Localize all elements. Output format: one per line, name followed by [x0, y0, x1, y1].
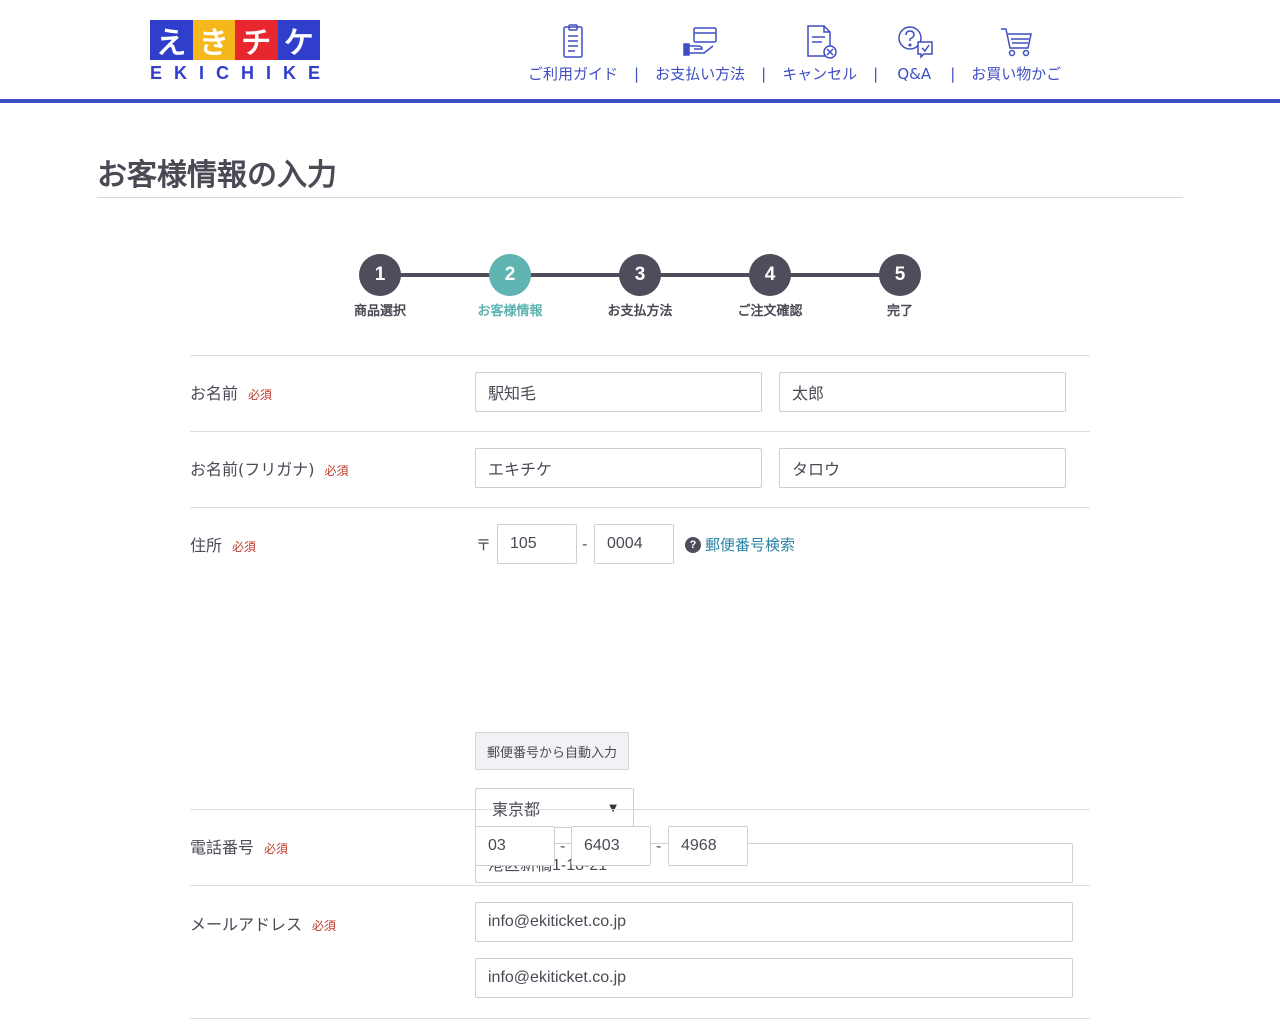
nav-cart[interactable]: お買い物かご	[971, 24, 1061, 84]
phone-part2-input[interactable]	[571, 826, 651, 866]
step-order-confirm: 4 ご注文確認	[720, 254, 820, 319]
field-label-text: お名前(フリガナ)	[190, 460, 315, 479]
logo-letter: K	[174, 63, 187, 83]
phone-part1-input[interactable]	[475, 826, 555, 866]
form-row-name: お名前 必須	[190, 355, 1090, 431]
phone-dash: -	[560, 837, 566, 855]
help-icon: ?	[685, 536, 701, 553]
logo-letter: K	[282, 63, 296, 83]
field-label-text: お名前	[190, 384, 239, 403]
title-divider	[97, 197, 1183, 198]
field-label: 電話番号 必須	[190, 834, 288, 858]
step-number: 2	[489, 254, 531, 296]
step-number: 3	[619, 254, 661, 296]
logo-tile: チ	[235, 20, 278, 61]
phone-part3-input[interactable]	[668, 826, 748, 866]
nav-payment[interactable]: お支払い方法	[655, 24, 745, 84]
required-badge: 必須	[248, 388, 273, 402]
question-chat-icon	[898, 26, 933, 59]
field-label-text: 電話番号	[190, 838, 255, 857]
nav-label: Q&A	[897, 65, 932, 83]
required-badge: 必須	[312, 919, 337, 933]
logo-tile: ケ	[277, 20, 320, 61]
zip-search-text: 郵便番号検索	[705, 536, 796, 554]
step-number: 4	[749, 254, 791, 296]
nav-qa[interactable]: Q&A	[894, 24, 934, 84]
form-row-address: 住所必須 〒 - ? 郵便番号検索 郵便番号から自動入力 東京都 ▼	[190, 507, 1090, 942]
cart-icon	[1001, 28, 1033, 57]
field-label: 住所 必須	[190, 532, 256, 556]
step-customer-info: 2 お客様情報	[460, 254, 560, 319]
step-label: お支払方法	[607, 304, 673, 319]
first-name-kana-input[interactable]	[779, 448, 1066, 488]
site-header: え き チ ケ E K I C H I K E ご利用ガイド | お支払い方法 …	[0, 0, 1280, 103]
logo-tile: き	[192, 20, 235, 61]
nav-label: ご利用ガイド	[528, 65, 619, 83]
email-confirm-input[interactable]	[475, 958, 1073, 998]
form-row-email: メールアドレス 必須	[190, 885, 1090, 1019]
postal-mark: 〒	[476, 536, 492, 554]
required-badge: 必須	[264, 842, 289, 856]
step-label: 商品選択	[353, 304, 406, 319]
form-row-kana: お名前(フリガナ) 必須	[190, 431, 1090, 507]
nav-guide[interactable]: ご利用ガイド	[528, 24, 618, 84]
nav-separator: |	[873, 65, 879, 83]
step-label: お客様情報	[477, 304, 543, 319]
field-label: お名前(フリガナ) 必須	[190, 456, 349, 480]
card-payment-icon	[683, 27, 717, 56]
field-label: お名前 必須	[190, 380, 272, 404]
first-name-input[interactable]	[779, 372, 1066, 412]
zip-dash: -	[582, 535, 588, 553]
step-label: 完了	[886, 304, 913, 319]
logo-wordmark: E K I C H I K E	[150, 63, 320, 84]
last-name-input[interactable]	[475, 372, 762, 412]
step-product-selection: 1 商品選択	[330, 254, 430, 319]
step-label: ご注文確認	[737, 304, 803, 319]
logo-letter: I	[198, 63, 204, 83]
clipboard-icon	[563, 24, 583, 58]
form-row-phone: 電話番号必須 - -	[190, 809, 1090, 885]
step-number: 5	[879, 254, 921, 296]
document-cancel-icon	[806, 25, 837, 59]
email-input[interactable]	[475, 902, 1073, 942]
required-badge: 必須	[324, 464, 349, 478]
header-nav: ご利用ガイド | お支払い方法 | キャンセル | Q&A | お買い物かご	[528, 22, 1061, 84]
customer-info-form: お名前必須 お名前(フリガナ)必須 住所必須 〒 - ? 郵便番号検索 郵便番号…	[190, 355, 1090, 1019]
logo-letter: I	[265, 63, 271, 83]
step-number: 1	[359, 254, 401, 296]
page-title: お客様情報の入力	[97, 158, 337, 193]
nav-separator: |	[634, 65, 640, 83]
field-label-text: メールアドレス	[190, 915, 303, 934]
field-label-text: 住所	[190, 536, 223, 555]
logo-letter: E	[307, 63, 320, 83]
phone-dash: -	[656, 837, 662, 855]
last-name-kana-input[interactable]	[475, 448, 762, 488]
ekichike-logo[interactable]: え き チ ケ E K I C H I K E	[150, 20, 320, 84]
progress-stepper: 1 商品選択 2 お客様情報 3 お支払方法 4 ご注文確認 5 完了	[340, 254, 940, 324]
logo-tile: え	[150, 20, 193, 61]
nav-separator: |	[950, 65, 956, 83]
step-payment-method: 3 お支払方法	[590, 254, 690, 319]
logo-letter: H	[240, 63, 254, 83]
zip-search-link[interactable]: ? 郵便番号検索	[685, 534, 795, 555]
nav-label: キャンセル	[782, 65, 858, 83]
logo-letter: C	[215, 63, 229, 83]
step-complete: 5 完了	[850, 254, 950, 319]
nav-separator: |	[761, 65, 767, 83]
auto-fill-address-button[interactable]: 郵便番号から自動入力	[475, 732, 630, 770]
nav-cancel[interactable]: キャンセル	[782, 24, 857, 84]
logo-letter: E	[150, 63, 163, 83]
field-label: メールアドレス 必須	[190, 911, 336, 935]
required-badge: 必須	[232, 540, 257, 554]
zip-code-first-input[interactable]	[497, 524, 577, 564]
nav-label: お支払い方法	[655, 65, 746, 83]
nav-label: お買い物かご	[971, 65, 1062, 83]
logo-tiles: え き チ ケ	[150, 20, 320, 61]
zip-code-second-input[interactable]	[594, 524, 674, 564]
